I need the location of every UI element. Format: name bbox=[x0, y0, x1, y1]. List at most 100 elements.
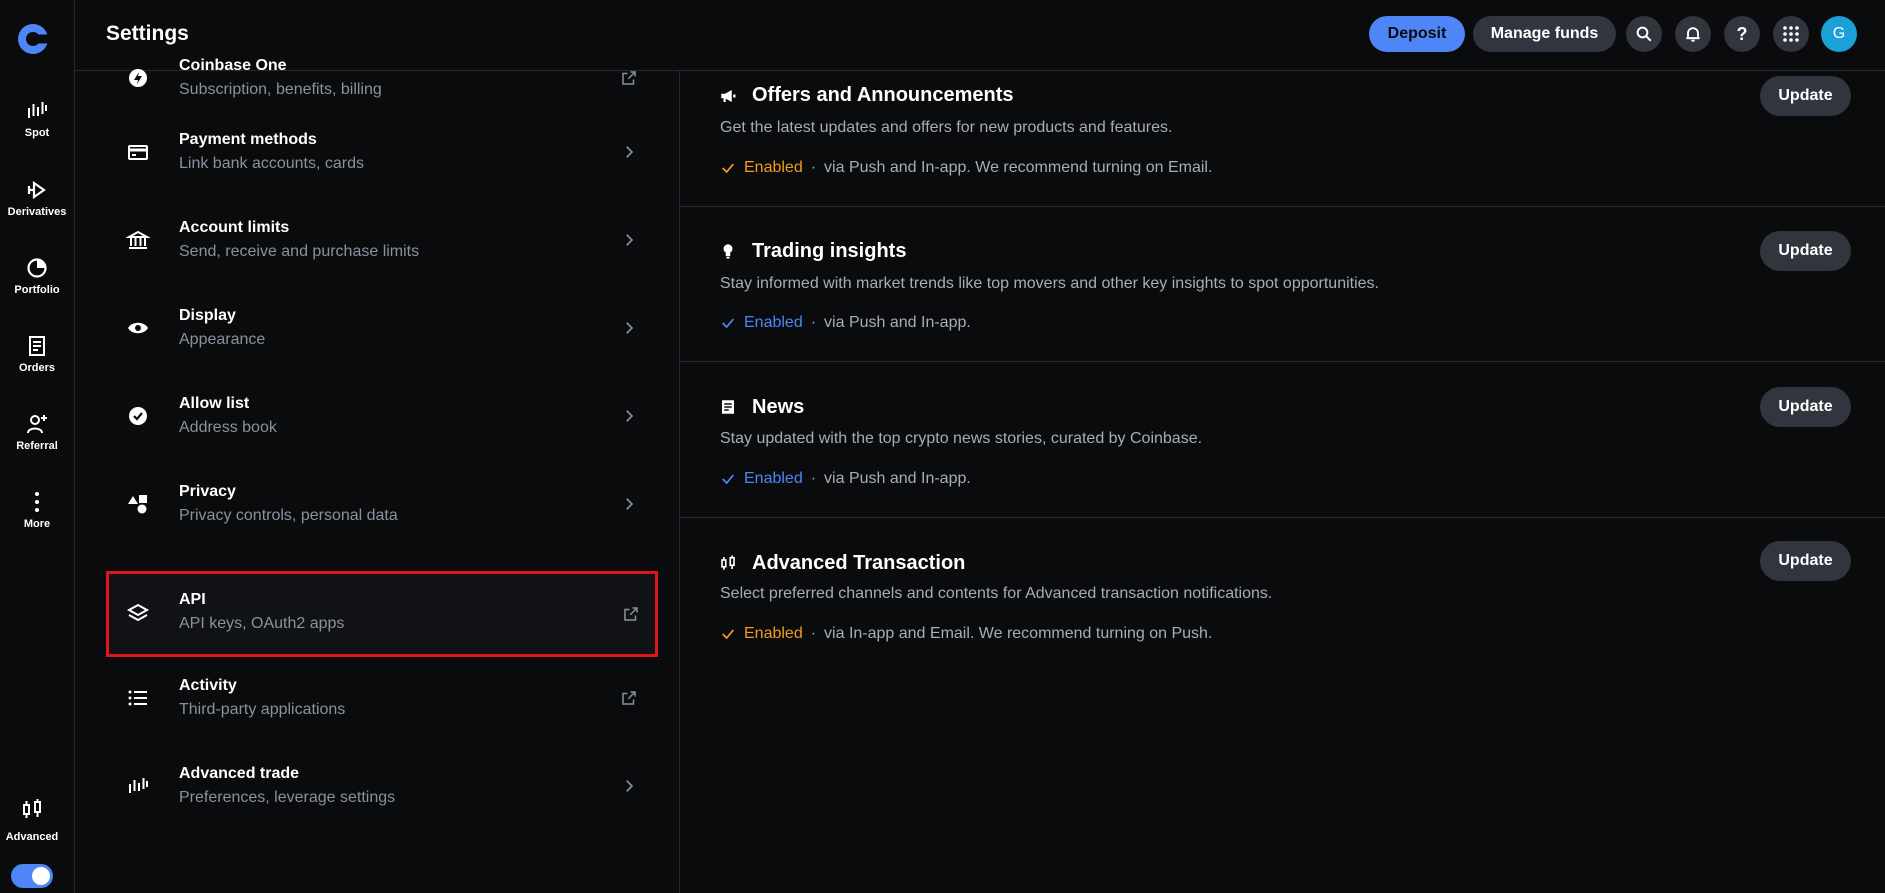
settings-item-activity[interactable]: Activity Third-party applications bbox=[106, 661, 656, 735]
derivatives-icon bbox=[25, 178, 49, 202]
shapes-icon bbox=[126, 492, 150, 516]
notification-title: News bbox=[752, 396, 805, 418]
settings-item-title: Activity bbox=[179, 677, 237, 694]
rail-item-derivatives[interactable]: Derivatives bbox=[0, 178, 74, 218]
rail-item-portfolio[interactable]: Portfolio bbox=[0, 256, 74, 296]
rail-item-spot[interactable]: Spot bbox=[0, 99, 74, 139]
settings-item-subtitle: Third-party applications bbox=[179, 701, 346, 718]
avatar[interactable]: G bbox=[1821, 16, 1857, 52]
rail-item-label: More bbox=[23, 518, 51, 530]
search-icon bbox=[1635, 25, 1653, 43]
chevron-right-icon bbox=[620, 495, 638, 513]
deposit-button[interactable]: Deposit bbox=[1369, 16, 1465, 52]
settings-item-subtitle: Privacy controls, personal data bbox=[179, 507, 398, 524]
external-link-icon bbox=[620, 689, 638, 707]
check-circle-icon bbox=[126, 404, 150, 428]
chevron-right-icon bbox=[620, 319, 638, 337]
rail-item-label: Derivatives bbox=[7, 206, 67, 218]
settings-item-subtitle: Appearance bbox=[179, 331, 266, 348]
settings-item-title: Display bbox=[179, 307, 236, 324]
settings-list: Coinbase One Subscription, benefits, bil… bbox=[75, 57, 680, 893]
settings-item-allow-list[interactable]: Allow list Address book bbox=[106, 379, 656, 453]
coinbase-logo[interactable] bbox=[16, 22, 50, 56]
notification-description: Get the latest updates and offers for ne… bbox=[720, 119, 1173, 136]
check-icon bbox=[720, 626, 736, 642]
chevron-right-icon bbox=[620, 777, 638, 795]
settings-item-privacy[interactable]: Privacy Privacy controls, personal data bbox=[106, 467, 656, 541]
advanced-trade-icon bbox=[126, 774, 150, 798]
advanced-toggle[interactable] bbox=[11, 864, 53, 888]
coinbase-one-icon bbox=[126, 66, 150, 90]
settings-item-title: Privacy bbox=[179, 483, 236, 500]
apps-button[interactable] bbox=[1773, 16, 1809, 52]
layers-icon bbox=[126, 602, 150, 626]
status-label: Enabled bbox=[744, 470, 803, 487]
candlestick-icon bbox=[20, 797, 44, 821]
settings-item-title: API bbox=[179, 591, 206, 608]
notification-description: Select preferred channels and contents f… bbox=[720, 585, 1273, 602]
check-icon bbox=[720, 160, 736, 176]
update-button[interactable]: Update bbox=[1760, 76, 1851, 116]
settings-item-subtitle: Preferences, leverage settings bbox=[179, 789, 396, 806]
check-icon bbox=[720, 315, 736, 331]
notification-description: Stay informed with market trends like to… bbox=[720, 275, 1379, 292]
rail-item-more[interactable]: More bbox=[0, 490, 74, 530]
settings-item-api[interactable]: API API keys, OAuth2 apps bbox=[106, 571, 658, 657]
grid-icon bbox=[1782, 25, 1800, 43]
rail-item-label: Portfolio bbox=[14, 284, 60, 296]
notification-title: Offers and Announcements bbox=[752, 84, 1014, 106]
external-link-icon bbox=[622, 605, 640, 623]
settings-item-title: Payment methods bbox=[179, 131, 317, 148]
megaphone-icon bbox=[719, 87, 737, 105]
lightbulb-icon bbox=[719, 242, 737, 260]
notification-status: Enabled · via Push and In-app. bbox=[720, 470, 971, 488]
spot-chart-icon bbox=[25, 99, 49, 123]
settings-item-subtitle: Address book bbox=[179, 419, 277, 436]
update-button[interactable]: Update bbox=[1760, 231, 1851, 271]
separator-dot: · bbox=[810, 625, 817, 642]
rail-advanced: Advanced bbox=[0, 797, 64, 843]
settings-item-title: Allow list bbox=[179, 395, 250, 412]
bell-icon bbox=[1683, 24, 1703, 44]
more-vertical-icon bbox=[25, 490, 49, 514]
settings-item-account-limits[interactable]: Account limits Send, receive and purchas… bbox=[106, 203, 656, 277]
manage-funds-button[interactable]: Manage funds bbox=[1473, 16, 1616, 52]
notification-trading-insights: Trading insights Stay informed with mark… bbox=[680, 206, 1885, 362]
status-via-text: via Push and In-app. bbox=[824, 314, 971, 331]
document-icon bbox=[25, 334, 49, 358]
settings-item-coinbase-one[interactable]: Coinbase One Subscription, benefits, bil… bbox=[106, 41, 656, 115]
newspaper-icon bbox=[719, 398, 737, 416]
rail-item-label: Orders bbox=[18, 362, 56, 374]
notification-title: Trading insights bbox=[752, 240, 907, 262]
left-rail: Spot Derivatives Portfolio Orders Referr… bbox=[0, 0, 75, 893]
rail-item-referral[interactable]: Referral bbox=[0, 412, 74, 452]
separator-dot: · bbox=[810, 159, 817, 176]
candlestick-icon bbox=[719, 554, 737, 572]
notification-news: News Stay updated with the top crypto ne… bbox=[680, 362, 1885, 518]
update-button[interactable]: Update bbox=[1760, 387, 1851, 427]
status-label: Enabled bbox=[744, 159, 803, 176]
separator-dot: · bbox=[810, 314, 817, 331]
settings-item-subtitle: Send, receive and purchase limits bbox=[179, 243, 420, 260]
advanced-label: Advanced bbox=[5, 831, 59, 843]
search-button[interactable] bbox=[1626, 16, 1662, 52]
eye-icon bbox=[126, 316, 150, 340]
notification-status: Enabled · via In-app and Email. We recom… bbox=[720, 625, 1212, 643]
settings-item-payment-methods[interactable]: Payment methods Link bank accounts, card… bbox=[106, 115, 656, 189]
help-icon: ? bbox=[1736, 23, 1748, 44]
help-button[interactable]: ? bbox=[1724, 16, 1760, 52]
settings-item-title: Coinbase One bbox=[179, 57, 287, 74]
external-link-icon bbox=[620, 69, 638, 87]
chevron-right-icon bbox=[620, 231, 638, 249]
rail-item-orders[interactable]: Orders bbox=[0, 334, 74, 374]
notification-offers: Offers and Announcements Get the latest … bbox=[680, 71, 1885, 207]
settings-item-display[interactable]: Display Appearance bbox=[106, 291, 656, 365]
status-label: Enabled bbox=[744, 625, 803, 642]
settings-item-subtitle: API keys, OAuth2 apps bbox=[179, 615, 345, 632]
update-button[interactable]: Update bbox=[1760, 541, 1851, 581]
rail-item-label: Referral bbox=[16, 440, 58, 452]
notifications-button[interactable] bbox=[1675, 16, 1711, 52]
toggle-knob bbox=[32, 867, 50, 885]
settings-item-advanced-trade[interactable]: Advanced trade Preferences, leverage set… bbox=[106, 749, 656, 823]
chevron-right-icon bbox=[620, 143, 638, 161]
